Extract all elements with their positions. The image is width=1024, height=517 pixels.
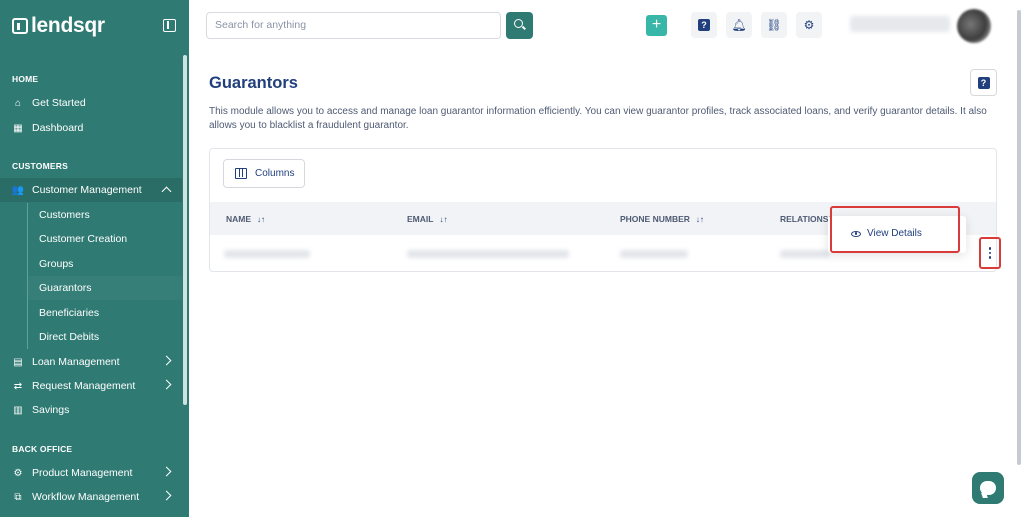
avatar[interactable] xyxy=(957,9,991,43)
help-icon[interactable]: ? xyxy=(691,12,717,38)
sidebar-item-label: Customer Management xyxy=(32,184,142,196)
sidebar-item-request-management[interactable]: ⇄ Request Management xyxy=(0,374,182,398)
page-scrollbar[interactable] xyxy=(1017,10,1021,465)
search-input[interactable]: Search for anything xyxy=(206,12,501,39)
sidebar-item-savings[interactable]: ▥ Savings xyxy=(0,398,182,422)
sidebar-item-get-started[interactable]: ⌂ Get Started xyxy=(0,91,182,115)
logo-mark-icon xyxy=(12,18,28,34)
sidebar-item-label: Dashboard xyxy=(32,122,84,134)
column-header-label: EMAIL xyxy=(407,214,434,224)
sort-icon: ↓↑ xyxy=(439,214,448,224)
sidebar-collapse-icon[interactable] xyxy=(163,19,176,32)
chevron-right-icon xyxy=(161,466,172,477)
columns-button-label: Columns xyxy=(255,168,295,179)
product-icon: ⚙ xyxy=(13,467,23,479)
kebab-dot xyxy=(988,251,992,255)
workflow-icon: ⧉ xyxy=(14,491,22,503)
chevron-right-icon xyxy=(161,379,172,390)
column-header-email[interactable]: EMAIL ↓↑ xyxy=(407,214,447,224)
search-button[interactable] xyxy=(506,12,533,39)
chat-support-button[interactable] xyxy=(972,472,1004,504)
sidebar-item-workflow-management[interactable]: ⧉ Workflow Management xyxy=(0,485,182,509)
chevron-up-icon xyxy=(161,186,172,197)
table-cell-redacted xyxy=(224,250,310,258)
sidebar-scrollbar[interactable] xyxy=(183,55,187,405)
logo-text: lendsqr xyxy=(31,14,105,37)
link-icon[interactable]: ⛓︎ xyxy=(761,12,787,38)
help-icon: ? xyxy=(977,76,990,89)
page-description: This module allows you to access and man… xyxy=(209,106,987,131)
search-icon xyxy=(514,19,523,28)
highlight-box xyxy=(830,206,960,253)
add-button[interactable]: + xyxy=(646,15,667,36)
sidebar-item-label: Loan Management xyxy=(32,356,120,368)
dashboard-icon: ▦ xyxy=(13,122,23,134)
request-icon: ⇄ xyxy=(13,380,23,392)
sidebar-subitem-groups[interactable]: Groups xyxy=(28,252,182,276)
sidebar-subitem-direct-debits[interactable]: Direct Debits xyxy=(28,325,182,349)
sidebar-item-label: Workflow Management xyxy=(32,491,140,503)
table-cell-redacted xyxy=(780,250,830,258)
users-icon: 👥 xyxy=(11,184,25,196)
column-header-name[interactable]: NAME ↓↑ xyxy=(226,214,265,224)
bell-icon[interactable]: 🔔︎ xyxy=(726,12,752,38)
sort-icon: ↓↑ xyxy=(257,214,266,224)
sidebar-subitem-customer-creation[interactable]: Customer Creation xyxy=(28,227,182,251)
sidebar-item-label: Product Management xyxy=(32,467,133,479)
lendsqr-logo[interactable]: lendsqr xyxy=(12,14,105,38)
column-header-label: PHONE NUMBER xyxy=(620,214,690,224)
sidebar-subitem-customers[interactable]: Customers xyxy=(28,203,182,227)
column-header-phone-number[interactable]: PHONE NUMBER ↓↑ xyxy=(620,214,704,224)
page-help-button[interactable]: ? xyxy=(970,69,997,96)
chevron-right-icon xyxy=(161,355,172,366)
section-title-back-office: BACK OFFICE xyxy=(12,444,73,454)
savings-icon: ▥ xyxy=(13,404,23,416)
chat-bubble-icon xyxy=(980,481,996,495)
sidebar-item-product-management[interactable]: ⚙ Product Management xyxy=(0,461,182,485)
page-title: Guarantors xyxy=(209,74,298,92)
sidebar-item-loan-management[interactable]: ▤ Loan Management xyxy=(0,350,182,374)
home-icon: ⌂ xyxy=(14,97,22,109)
columns-icon xyxy=(235,168,247,179)
sidebar-item-customer-management[interactable]: 👥 Customer Management xyxy=(0,178,182,202)
sidebar: lendsqr HOME ⌂ Get Started ▦ Dashboard C… xyxy=(0,0,189,517)
sort-icon: ↓↑ xyxy=(695,214,704,224)
column-header-label: NAME xyxy=(226,214,252,224)
table-cell-redacted xyxy=(407,250,569,258)
loan-icon: ▤ xyxy=(13,356,23,368)
user-name-redacted[interactable] xyxy=(850,16,950,32)
section-title-home: HOME xyxy=(12,74,39,84)
kebab-dot xyxy=(988,247,992,250)
sidebar-subitem-guarantors[interactable]: Guarantors xyxy=(28,276,182,300)
chevron-right-icon xyxy=(161,490,172,501)
section-title-customers: CUSTOMERS xyxy=(12,161,68,171)
sidebar-item-dashboard[interactable]: ▦ Dashboard xyxy=(0,116,182,140)
main-content: Guarantors ? This module allows you to a… xyxy=(189,50,1017,517)
kebab-dot xyxy=(988,256,992,259)
sidebar-item-label: Get Started xyxy=(32,97,86,109)
sidebar-item-label: Request Management xyxy=(32,380,136,392)
columns-button[interactable]: Columns xyxy=(223,159,305,188)
sidebar-item-label: Savings xyxy=(32,404,70,416)
sidebar-subitem-beneficiaries[interactable]: Beneficiaries xyxy=(28,301,182,325)
settings-gear-icon[interactable]: ⚙ xyxy=(796,12,822,38)
top-bar: Search for anything + ? 🔔︎ ⛓︎ ⚙ xyxy=(189,0,1024,50)
table-cell-redacted xyxy=(620,250,688,258)
row-actions-menu-button[interactable] xyxy=(979,237,1001,269)
